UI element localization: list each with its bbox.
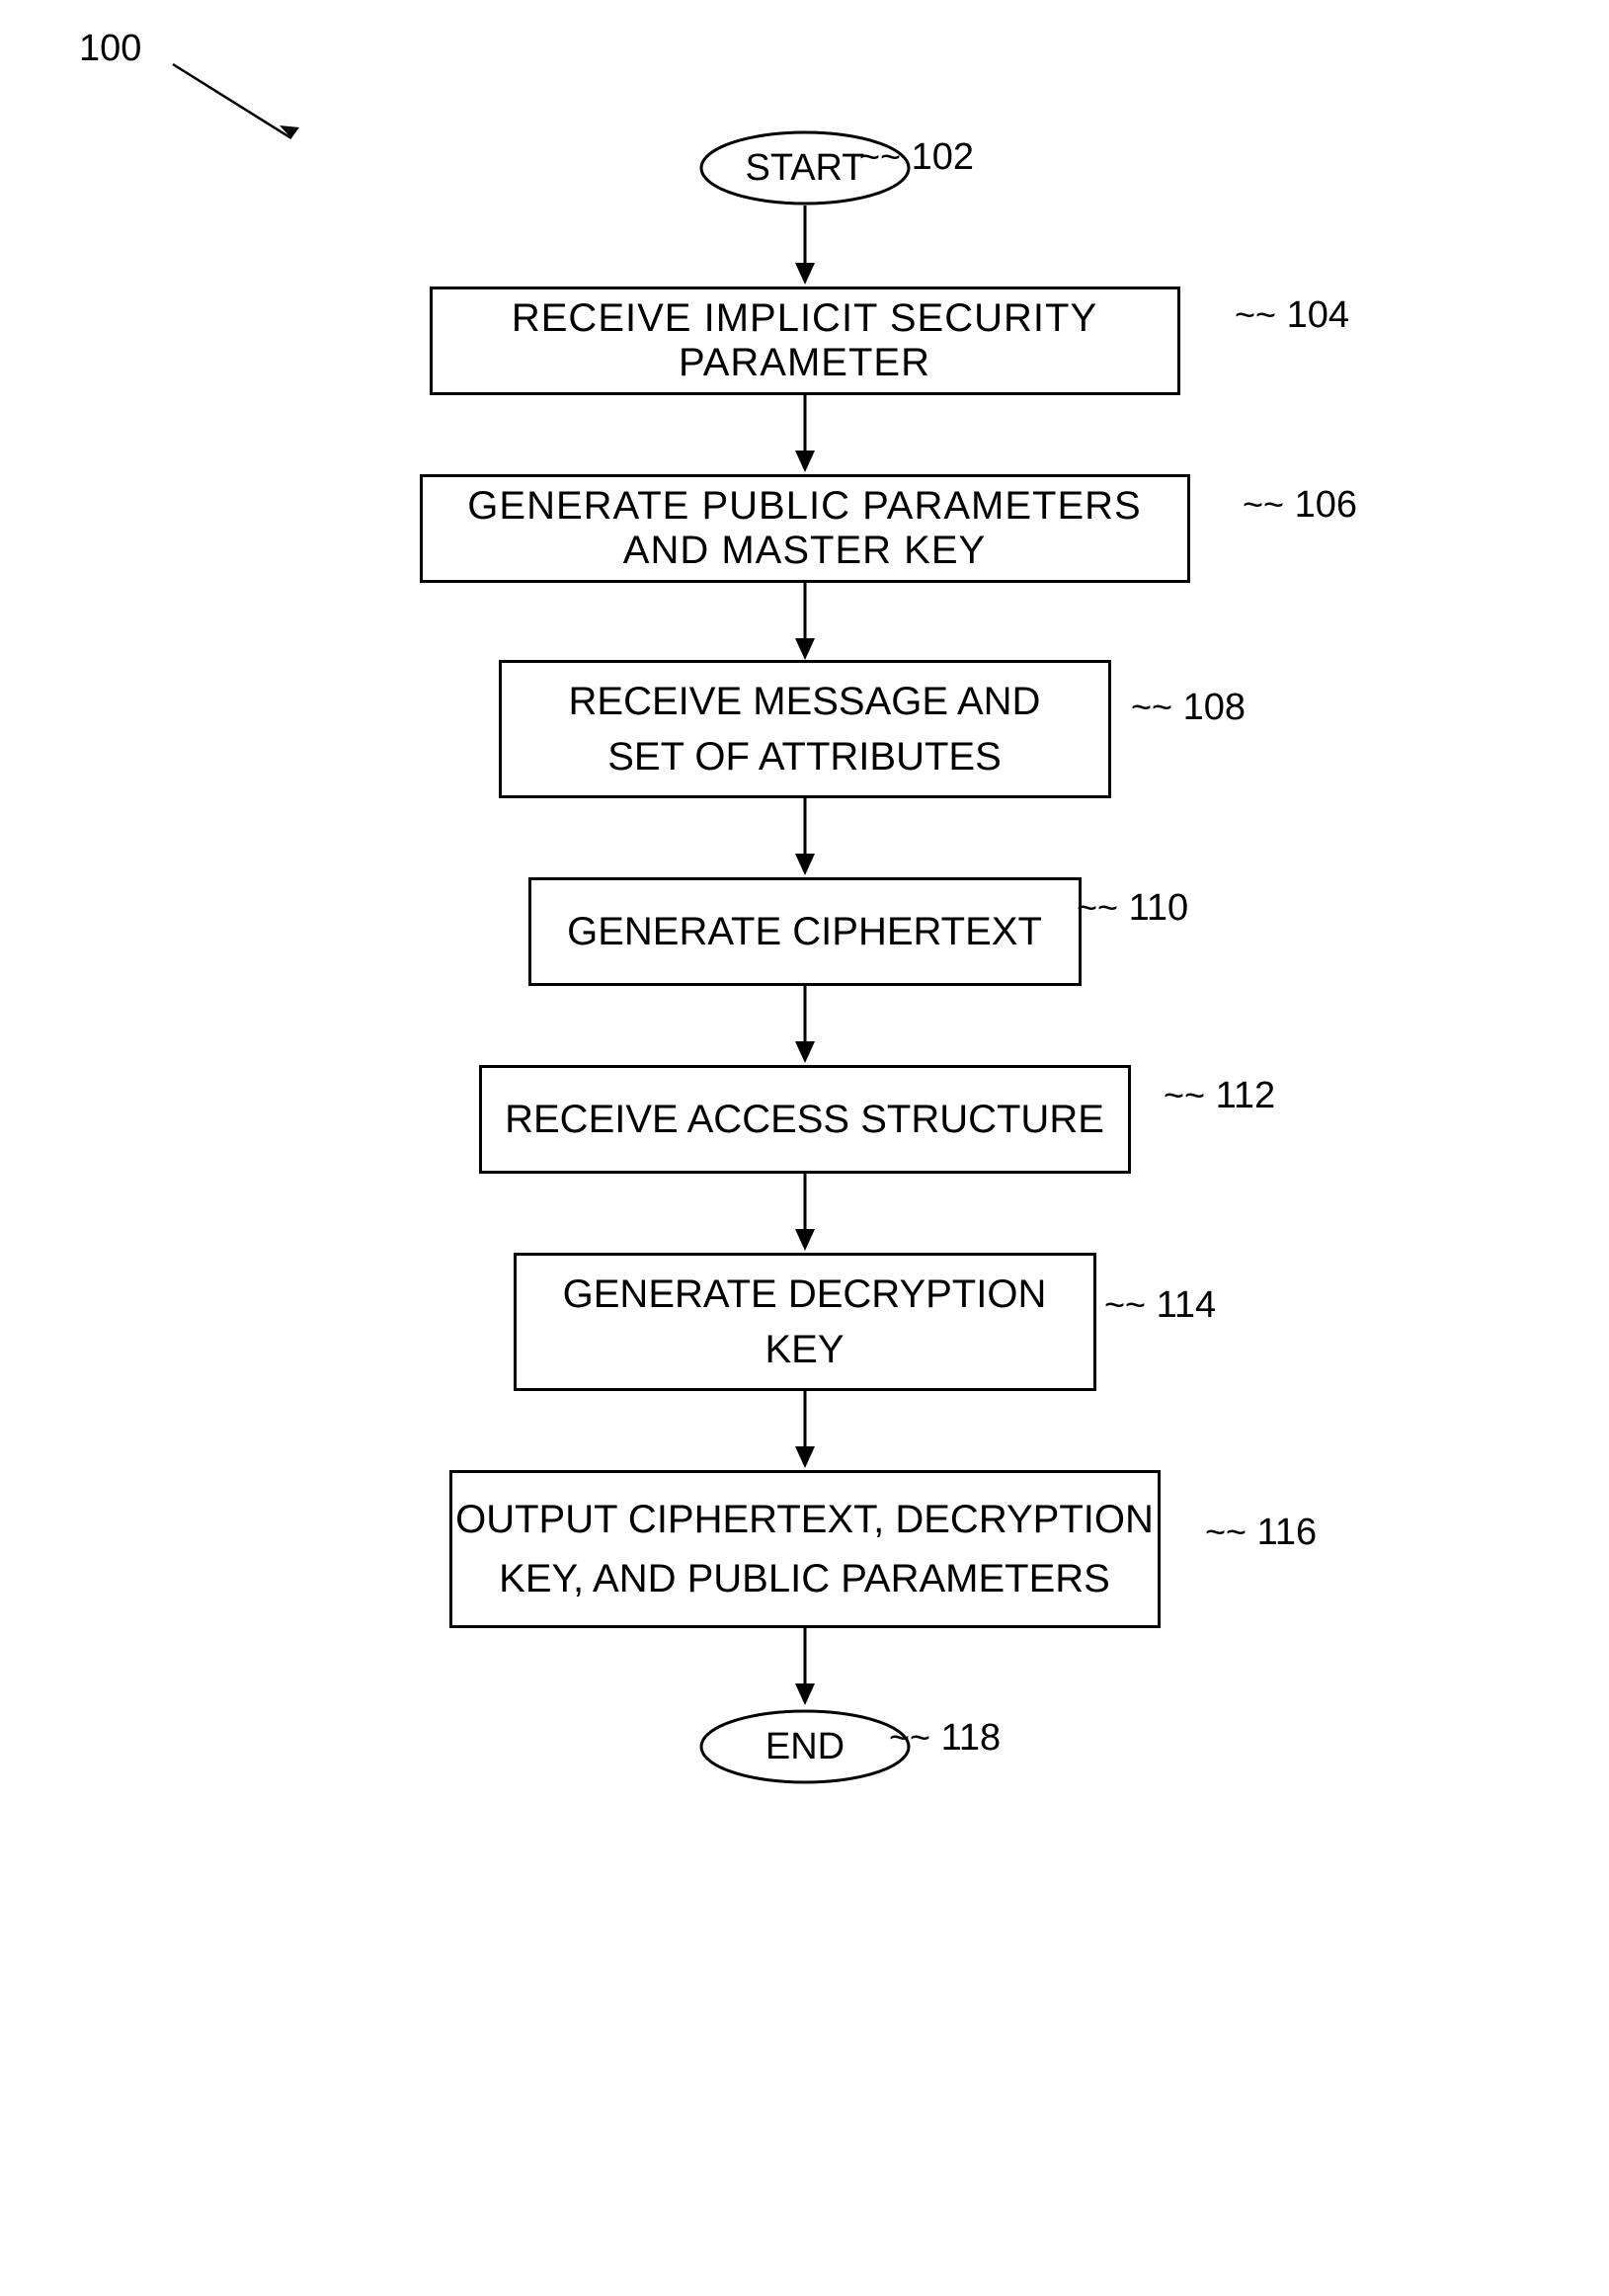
arrow-3 <box>785 581 825 665</box>
ref-110: ~~ 110 <box>1077 887 1188 930</box>
ref-118: ~~ 118 <box>889 1717 1001 1760</box>
ref-104: ~~ 104 <box>1235 294 1349 337</box>
arrow-5 <box>785 984 825 1068</box>
box-104: RECEIVE IMPLICIT SECURITY PARAMETER <box>430 287 1180 395</box>
box-110: GENERATE CIPHERTEXT <box>528 877 1082 986</box>
ref-108: ~~ 108 <box>1131 687 1246 729</box>
box-114: GENERATE DECRYPTION KEY <box>514 1253 1096 1391</box>
arrow-6 <box>785 1172 825 1256</box>
arrow-1 <box>785 205 825 289</box>
diagram-label-100: 100 <box>79 28 141 70</box>
box-112: RECEIVE ACCESS STRUCTURE <box>479 1065 1131 1174</box>
ref-102: ~~ 102 <box>859 136 974 179</box>
arrow-4 <box>785 796 825 880</box>
arrow-2 <box>785 393 825 477</box>
arrow-7 <box>785 1389 825 1473</box>
box-106: GENERATE PUBLIC PARAMETERS AND MASTER KE… <box>420 474 1190 583</box>
svg-text:END: END <box>764 1726 844 1767</box>
end-node: END <box>696 1707 914 1786</box>
arrow-8 <box>785 1626 825 1710</box>
box-116: OUTPUT CIPHERTEXT, DECRYPTION KEY, AND P… <box>449 1470 1161 1628</box>
box-108: RECEIVE MESSAGE AND SET OF ATTRIBUTES <box>499 660 1111 798</box>
svg-text:START: START <box>745 147 864 189</box>
ref-112: ~~ 112 <box>1164 1075 1275 1117</box>
ref-114: ~~ 114 <box>1104 1284 1216 1327</box>
ref-106: ~~ 106 <box>1243 484 1357 527</box>
label-arrow <box>153 54 351 153</box>
flowchart-diagram: 100 START ~~ 102 RECEIVE IMPLICIT SECURI… <box>0 0 1609 2296</box>
ref-116: ~~ 116 <box>1205 1512 1317 1554</box>
